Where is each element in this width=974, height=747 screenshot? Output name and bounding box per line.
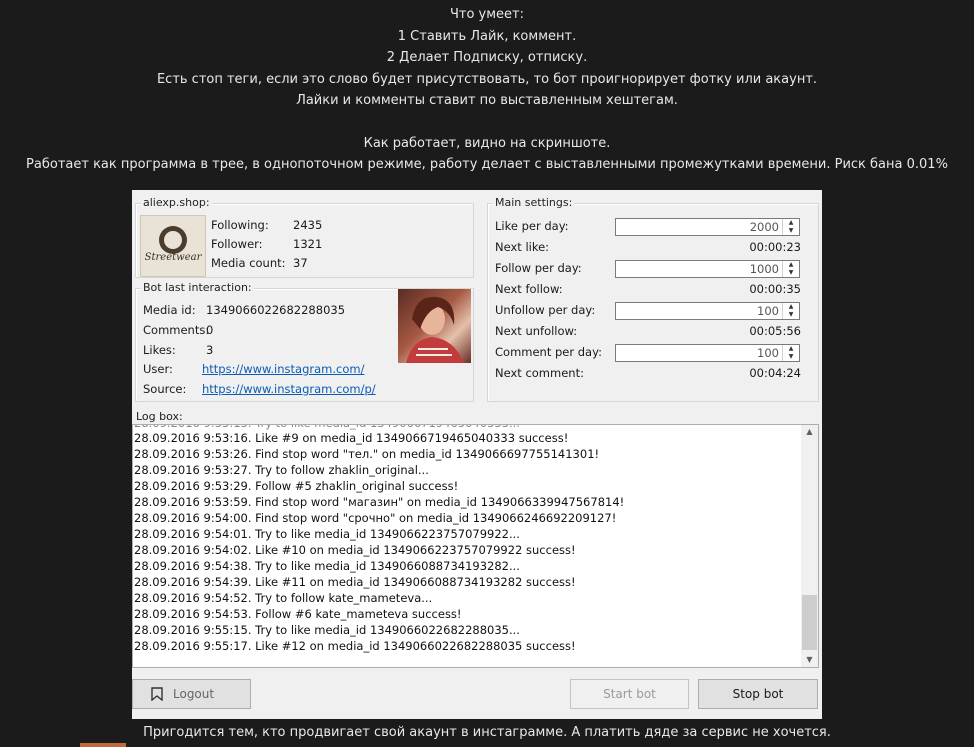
main-settings-label: Main settings: — [493, 196, 575, 209]
log-line-partial: 28.09.2016 9:53:15. Try to like media_id… — [134, 425, 520, 430]
footer-text: Пригодится тем, кто продвигает свой акау… — [143, 725, 831, 740]
next-follow-time: 00:00:35 — [749, 282, 801, 296]
logo-text: Streetwear — [145, 252, 203, 263]
next-like-label: Next like: — [495, 240, 550, 254]
spin-buttons[interactable]: ▲ ▼ — [782, 219, 799, 235]
spin-buttons[interactable]: ▲ ▼ — [782, 345, 799, 361]
spin-buttons[interactable]: ▲ ▼ — [782, 303, 799, 319]
log-line: 28.09.2016 9:54:02. Like #10 on media_id… — [134, 543, 576, 557]
follower-count: 1321 — [293, 237, 323, 251]
media-id-label: Media id: — [143, 303, 196, 317]
stop-bot-button[interactable]: Stop bot — [698, 679, 818, 709]
unfollow-per-day-stepper[interactable]: 100 ▲ ▼ — [615, 302, 800, 320]
like-per-day-value: 2000 — [749, 220, 779, 234]
portrait-image-icon — [406, 296, 464, 363]
follow-per-day-stepper[interactable]: 1000 ▲ ▼ — [615, 260, 800, 278]
logout-button[interactable]: Logout — [132, 679, 251, 709]
log-line: 28.09.2016 9:53:27. Try to follow zhakli… — [134, 463, 429, 477]
follow-per-day-label: Follow per day: — [495, 261, 582, 275]
media-count: 37 — [293, 256, 308, 270]
spin-down-icon[interactable]: ▼ — [783, 269, 799, 277]
comment-per-day-stepper[interactable]: 100 ▲ ▼ — [615, 344, 800, 362]
scroll-up-icon[interactable]: ▲ — [801, 427, 818, 436]
user-label: User: — [143, 362, 173, 376]
intro-line: Лайки и комменты ставит по выставленным … — [296, 93, 678, 108]
intro-line: Как работает, видно на скриншоте. — [363, 135, 611, 151]
logout-label: Logout — [173, 687, 215, 701]
log-line: 28.09.2016 9:54:38. Try to like media_id… — [134, 559, 520, 573]
intro-line: Работает как программа в трее, в однопот… — [26, 157, 948, 172]
account-group: aliexp.shop: Streetwear Following: 2435 … — [135, 196, 474, 278]
next-unfollow-label: Next unfollow: — [495, 324, 578, 338]
log-line: 28.09.2016 9:53:59. Find stop word "мага… — [134, 495, 625, 509]
log-line: 28.09.2016 9:54:01. Try to like media_id… — [134, 527, 520, 541]
follower-label: Follower: — [211, 237, 263, 251]
log-line: 28.09.2016 9:55:15. Try to like media_id… — [134, 623, 520, 637]
spin-buttons[interactable]: ▲ ▼ — [782, 261, 799, 277]
next-follow-label: Next follow: — [495, 282, 563, 296]
spin-down-icon[interactable]: ▼ — [783, 311, 799, 319]
account-label: aliexp.shop: — [141, 196, 212, 209]
like-per-day-stepper[interactable]: 2000 ▲ ▼ — [615, 218, 800, 236]
bot-window: aliexp.shop: Streetwear Following: 2435 … — [132, 190, 822, 719]
log-line: 28.09.2016 9:53:26. Find stop word "тел.… — [134, 447, 600, 461]
unfollow-per-day-label: Unfollow per day: — [495, 303, 596, 317]
log-box[interactable]: 28.09.2016 9:53:15. Try to like media_id… — [132, 424, 819, 668]
intro-line: 2 Делает Подписку, отписку. — [386, 50, 588, 65]
intro-line: Что умеет: — [449, 7, 525, 22]
spin-up-icon[interactable]: ▲ — [783, 219, 799, 227]
user-link[interactable]: https://www.instagram.com/ — [202, 362, 364, 376]
comments-label: Comments: — [143, 323, 210, 337]
start-bot-label: Start bot — [603, 687, 656, 701]
comment-per-day-value: 100 — [757, 346, 779, 360]
follow-per-day-value: 1000 — [749, 262, 779, 276]
media-count-label: Media count: — [211, 256, 286, 270]
log-line: 28.09.2016 9:54:52. Try to follow kate_m… — [134, 591, 433, 605]
next-unfollow-time: 00:05:56 — [749, 324, 801, 338]
next-comment-label: Next comment: — [495, 366, 584, 380]
likes-label: Likes: — [143, 343, 176, 357]
following-label: Following: — [211, 218, 269, 232]
spin-down-icon[interactable]: ▼ — [783, 227, 799, 235]
next-like-time: 00:00:23 — [749, 240, 801, 254]
log-scrollbar[interactable]: ▲ ▼ — [801, 425, 818, 667]
log-line: 28.09.2016 9:53:16. Like #9 on media_id … — [134, 431, 569, 445]
account-logo: Streetwear — [140, 215, 206, 277]
media-thumbnail — [398, 289, 471, 363]
spin-up-icon[interactable]: ▲ — [783, 261, 799, 269]
log-line: 28.09.2016 9:54:39. Like #11 on media_id… — [134, 575, 576, 589]
bookmark-icon — [151, 687, 163, 701]
spin-down-icon[interactable]: ▼ — [783, 353, 799, 361]
like-per-day-label: Like per day: — [495, 219, 569, 233]
log-line: 28.09.2016 9:54:00. Find stop word "сроч… — [134, 511, 617, 525]
source-label: Source: — [143, 382, 187, 396]
intro-line: 1 Ставить Лайк, коммент. — [397, 28, 577, 44]
following-count: 2435 — [293, 218, 323, 232]
scroll-down-icon[interactable]: ▼ — [801, 655, 818, 664]
intro-line: Есть стоп теги, если это слово будет при… — [156, 71, 818, 87]
streetwear-logo-icon: Streetwear — [145, 226, 203, 263]
likes-value: 3 — [206, 343, 214, 357]
description-text: Что умеет: 1 Ставить Лайк, коммент. 2 Де… — [0, 4, 974, 176]
last-interaction-label: Bot last interaction: — [141, 281, 254, 294]
unfollow-per-day-value: 100 — [757, 304, 779, 318]
log-box-label: Log box: — [136, 410, 183, 423]
start-bot-button[interactable]: Start bot — [570, 679, 689, 709]
spin-up-icon[interactable]: ▲ — [783, 345, 799, 353]
comment-per-day-label: Comment per day: — [495, 345, 602, 359]
spin-up-icon[interactable]: ▲ — [783, 303, 799, 311]
scroll-thumb[interactable] — [802, 595, 817, 650]
next-comment-time: 00:04:24 — [749, 366, 801, 380]
log-line: 28.09.2016 9:55:17. Like #12 on media_id… — [134, 639, 576, 653]
media-id-value: 1349066022682288035 — [206, 303, 346, 317]
orange-decoration — [80, 743, 126, 747]
stop-bot-label: Stop bot — [732, 687, 784, 701]
log-line: 28.09.2016 9:54:53. Follow #6 kate_mamet… — [134, 607, 462, 621]
log-line: 28.09.2016 9:53:29. Follow #5 zhaklin_or… — [134, 479, 459, 493]
comments-value: 0 — [206, 323, 214, 337]
source-link[interactable]: https://www.instagram.com/p/ — [202, 382, 376, 396]
